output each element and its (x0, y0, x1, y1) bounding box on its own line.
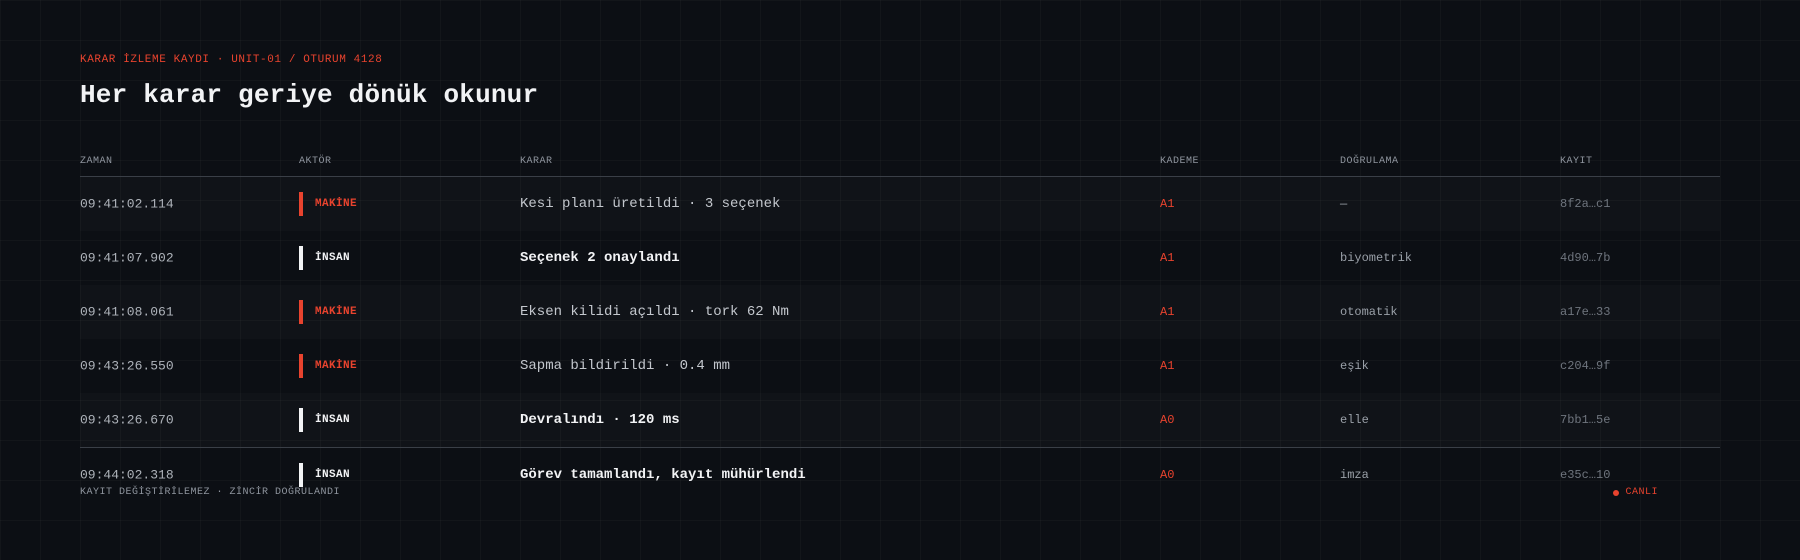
row-level: A0 (1160, 467, 1175, 482)
machine-marker-icon (299, 300, 303, 324)
human-marker-icon (299, 408, 303, 432)
actor-label: MAKİNE (315, 360, 358, 372)
col-header-decision: KARAR (520, 156, 553, 167)
actor-tag: MAKİNE (299, 354, 357, 378)
machine-marker-icon (299, 192, 303, 216)
actor-tag: MAKİNE (299, 300, 357, 324)
live-dot-icon (1613, 489, 1620, 496)
actor-label: İNSAN (315, 468, 351, 481)
col-header-actor: AKTÖR (299, 156, 332, 167)
live-indicator: CANLI (1613, 487, 1658, 498)
row-time: 09:43:26.670 (80, 412, 174, 428)
table-row[interactable]: 09:41:02.114 MAKİNE Kesi planı üretildi … (80, 177, 1720, 231)
row-verification: biyometrik (1340, 251, 1413, 265)
table-row[interactable]: 09:43:26.550 MAKİNE Sapma bildirildi · 0… (80, 339, 1720, 393)
machine-marker-icon (299, 354, 303, 378)
row-time: 09:44:02.318 (80, 467, 174, 482)
decision-table: ZAMAN AKTÖR KARAR KADEME DOĞRULAMA KAYIT… (80, 150, 1720, 501)
row-decision: Seçenek 2 onaylandı (520, 250, 680, 266)
human-marker-icon (299, 246, 303, 270)
row-record-hash: 7bb1…5e (1560, 413, 1611, 427)
table-row[interactable]: 09:41:07.902 İNSAN Seçenek 2 onaylandı A… (80, 231, 1720, 285)
row-verification: eşik (1340, 359, 1369, 373)
row-level: A1 (1160, 359, 1175, 373)
row-time: 09:41:02.114 (80, 196, 174, 212)
decision-log-panel: KARAR İZLEME KAYDI · UNIT-01 / OTURUM 41… (80, 0, 1720, 560)
row-level: A1 (1160, 197, 1175, 211)
actor-label: MAKİNE (315, 306, 358, 318)
page-title: Her karar geriye dönük okunur (80, 80, 539, 110)
row-verification: imza (1340, 467, 1369, 482)
row-record-hash: 8f2a…c1 (1560, 197, 1611, 211)
col-header-verification: DOĞRULAMA (1340, 156, 1399, 167)
table-row[interactable]: 09:41:08.061 MAKİNE Eksen kilidi açıldı … (80, 285, 1720, 339)
col-header-record: KAYIT (1560, 156, 1593, 167)
log-eyebrow: KARAR İZLEME KAYDI · UNIT-01 / OTURUM 41… (80, 54, 383, 66)
actor-label: İNSAN (315, 414, 351, 426)
row-verification: elle (1340, 413, 1369, 427)
row-decision: Kesi planı üretildi · 3 seçenek (520, 196, 781, 212)
row-record-hash: e35c…10 (1560, 467, 1611, 482)
actor-tag: İNSAN (299, 462, 351, 487)
row-level: A1 (1160, 305, 1175, 319)
row-time: 09:43:26.550 (80, 358, 174, 374)
row-decision: Devralındı · 120 ms (520, 412, 680, 428)
row-record-hash: a17e…33 (1560, 305, 1611, 319)
integrity-status: KAYIT DEĞİŞTİRİLEMEZ · ZİNCİR DOĞRULANDI (80, 487, 341, 498)
actor-label: İNSAN (315, 252, 351, 264)
row-time: 09:41:07.902 (80, 250, 174, 266)
row-decision: Görev tamamlandı, kayıt mühürlendi (520, 466, 806, 483)
human-marker-icon (299, 462, 303, 487)
actor-tag: İNSAN (299, 246, 350, 270)
actor-tag: İNSAN (299, 408, 350, 432)
col-header-level: KADEME (1160, 156, 1200, 167)
row-level: A1 (1160, 251, 1175, 265)
row-decision: Eksen kilidi açıldı · tork 62 Nm (520, 304, 789, 320)
actor-tag: MAKİNE (299, 192, 357, 216)
row-decision: Sapma bildirildi · 0.4 mm (520, 358, 731, 374)
row-level: A0 (1160, 413, 1175, 427)
col-header-time: ZAMAN (80, 156, 113, 167)
actor-label: MAKİNE (315, 198, 358, 210)
row-time: 09:41:08.061 (80, 304, 174, 320)
row-record-hash: 4d90…7b (1560, 251, 1611, 265)
table-header: ZAMAN AKTÖR KARAR KADEME DOĞRULAMA KAYIT (80, 150, 1720, 177)
row-verification: otomatik (1340, 305, 1398, 319)
live-label: CANLI (1625, 487, 1658, 498)
row-record-hash: c204…9f (1560, 359, 1611, 373)
table-row[interactable]: 09:43:26.670 İNSAN Devralındı · 120 ms A… (80, 393, 1720, 447)
row-verification: — (1340, 197, 1348, 211)
